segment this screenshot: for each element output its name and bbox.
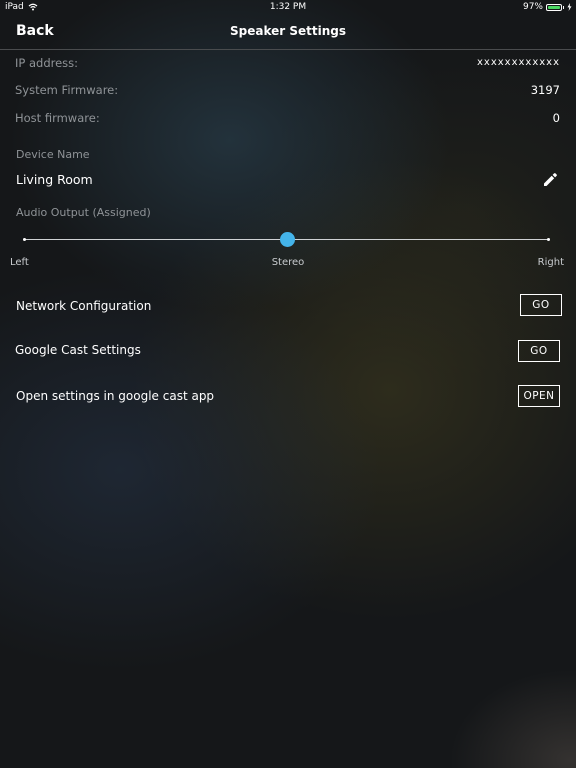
network-configuration-label: Network Configuration	[16, 299, 152, 313]
open-in-cast-app-label: Open settings in google cast app	[16, 389, 215, 403]
battery-icon	[546, 3, 562, 11]
google-cast-settings-label: Google Cast Settings	[15, 343, 141, 357]
ip-address-value: xxxxxxxxxxxx	[476, 57, 560, 68]
status-right: 97%	[523, 2, 572, 12]
host-firmware-row: Host firmware: 0	[15, 111, 560, 125]
google-cast-settings-go-button[interactable]: GO	[518, 340, 560, 362]
battery-cap	[563, 5, 564, 9]
ip-address-row: IP address: xxxxxxxxxxxx	[15, 56, 560, 70]
open-in-cast-app-button[interactable]: OPEN	[518, 385, 560, 407]
network-configuration-go-button[interactable]: GO	[520, 294, 562, 316]
slider-left-end-dot	[23, 238, 26, 241]
charging-icon	[567, 3, 572, 11]
audio-output-label: Audio Output (Assigned)	[16, 206, 151, 219]
device-name-label: Device Name	[16, 148, 90, 161]
battery-percent: 97%	[522, 2, 543, 12]
page-title: Speaker Settings	[229, 24, 346, 38]
system-firmware-value: 3197	[530, 83, 560, 97]
system-firmware-label: System Firmware:	[15, 83, 119, 97]
nav-bar: Back Speaker Settings	[0, 16, 576, 50]
slider-stereo-label: Stereo	[271, 257, 305, 268]
slider-right-label: Right	[537, 257, 564, 268]
status-bar: iPad 1:32 PM 97%	[0, 0, 576, 16]
status-time: 1:32 PM	[269, 2, 307, 12]
system-firmware-row: System Firmware: 3197	[15, 83, 560, 97]
slider-thumb[interactable]	[279, 232, 295, 247]
balance-slider[interactable]	[23, 232, 550, 248]
ip-address-label: IP address:	[15, 56, 79, 70]
host-firmware-label: Host firmware:	[15, 111, 100, 125]
slider-right-end-dot	[547, 238, 550, 241]
device-name-value: Living Room	[16, 172, 93, 187]
host-firmware-value: 0	[552, 111, 560, 125]
battery-fill	[548, 5, 560, 9]
pencil-edit-icon[interactable]	[542, 171, 559, 188]
